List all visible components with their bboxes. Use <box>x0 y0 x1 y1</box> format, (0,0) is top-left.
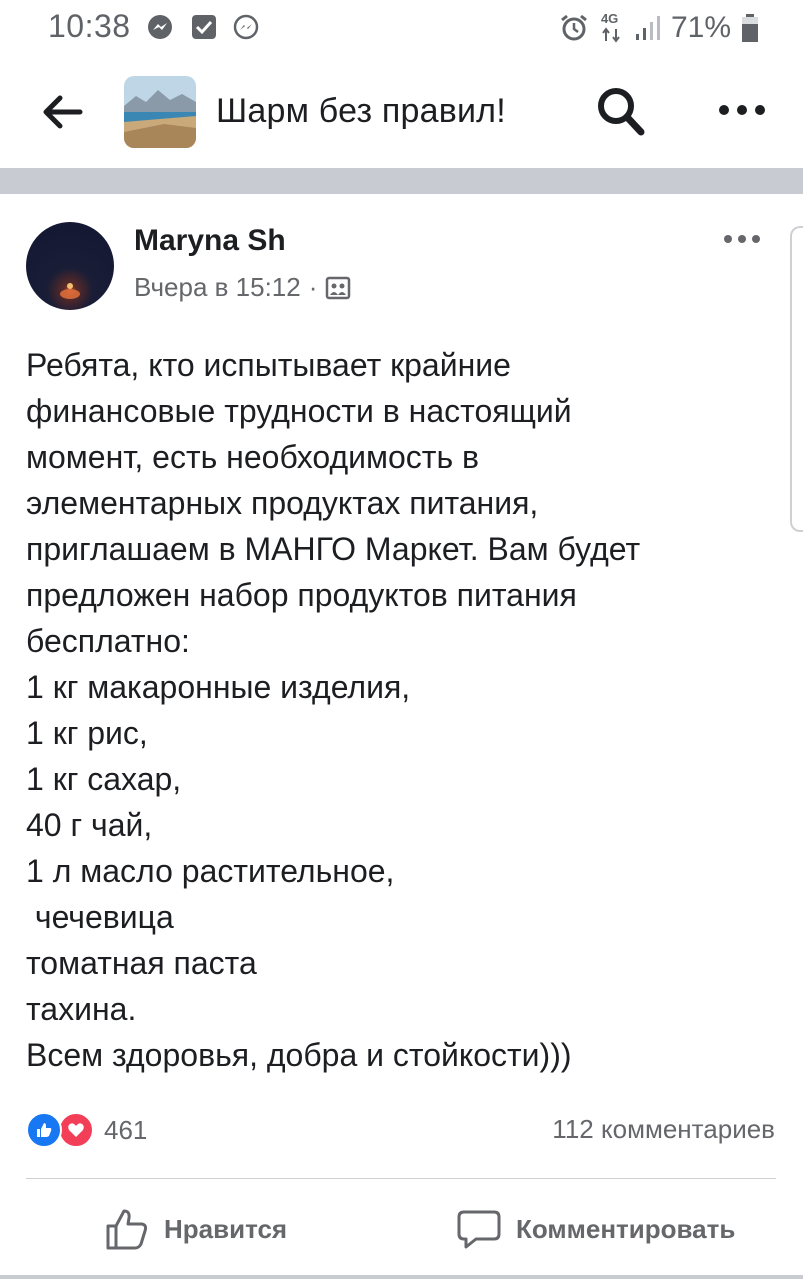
like-label: Нравится <box>164 1213 288 1244</box>
post-line: тахина. <box>26 991 137 1027</box>
post-line: элементарных продуктах питания, <box>26 485 539 521</box>
signal-icon <box>635 16 660 40</box>
group-landscape-image <box>124 76 196 148</box>
checkbox-icon <box>192 15 216 39</box>
post-line: приглашаем в МАНГО Маркет. Вам будет <box>26 531 641 567</box>
post-line: финансовые трудности в настоящий <box>26 393 572 429</box>
alarm-icon <box>561 14 587 41</box>
post-line: 1 л масло растительное, <box>26 853 395 889</box>
post-text: Ребята, кто испытывает крайние финансовы… <box>26 342 786 1078</box>
group-thumbnail[interactable] <box>124 76 196 148</box>
post-line: момент, есть необходимость в <box>26 439 479 475</box>
avatar-image <box>60 283 80 299</box>
more-icon[interactable] <box>716 100 768 120</box>
data-arrows-icon <box>602 27 620 43</box>
battery-icon <box>742 14 758 42</box>
comment-label: Комментировать <box>516 1213 736 1244</box>
app-header: Шарм без правил! <box>0 56 803 168</box>
next-post-edge <box>790 226 803 532</box>
post-line: томатная паста <box>26 945 257 981</box>
post-line: предложен набор продуктов питания <box>26 577 577 613</box>
post-card: Maryna Sh Вчера в 15:12 · Ребята, кто ис… <box>0 194 803 1279</box>
status-right: 4G 71% <box>559 8 759 48</box>
reaction-count: 461 <box>104 1114 148 1145</box>
battery-percent: 71% <box>670 11 731 44</box>
reactions-summary[interactable]: 461 <box>26 1110 147 1150</box>
status-bar: 10:38 4G 71% <box>0 0 803 56</box>
like-icon <box>26 1112 62 1148</box>
avatar[interactable] <box>26 222 114 310</box>
network-4g-icon: 4G <box>599 11 625 45</box>
group-photo-icon <box>326 276 351 299</box>
post-timestamp[interactable]: Вчера в 15:12 <box>134 272 301 303</box>
comment-bubble-icon <box>457 1210 501 1249</box>
post-line: Ребята, кто испытывает крайние <box>26 347 511 383</box>
section-divider <box>0 168 803 194</box>
bottom-divider <box>0 1275 803 1279</box>
comments-count[interactable]: 112 комментариев <box>552 1114 775 1145</box>
post-line: Всем здоровья, добра и стойкости))) <box>26 1037 572 1073</box>
post-line: 1 кг рис, <box>26 715 148 751</box>
messenger-icon <box>148 15 172 39</box>
search-icon[interactable] <box>596 86 646 138</box>
network-label: 4G <box>600 11 619 26</box>
post-options-icon[interactable] <box>722 232 762 246</box>
comment-button[interactable]: Комментировать <box>456 1204 735 1254</box>
post-line: 40 г чай, <box>26 807 153 843</box>
post-line: бесплатно: <box>26 623 190 659</box>
love-icon <box>58 1112 94 1148</box>
post-line: чечевица <box>26 899 174 935</box>
page-title[interactable]: Шарм без правил! <box>216 92 506 131</box>
like-button[interactable]: Нравится <box>104 1204 287 1254</box>
thumbs-up-icon <box>106 1209 148 1250</box>
post-meta: Вчера в 15:12 · <box>134 272 351 303</box>
back-arrow-icon[interactable] <box>40 92 84 132</box>
post-line: 1 кг сахар, <box>26 761 182 797</box>
status-time: 10:38 <box>48 8 131 44</box>
post-line: 1 кг макаронные изделия, <box>26 669 411 705</box>
author-name[interactable]: Maryna Sh <box>134 224 286 258</box>
action-divider <box>26 1178 776 1179</box>
meta-separator: · <box>308 272 318 302</box>
messenger-outline-icon <box>233 14 259 40</box>
